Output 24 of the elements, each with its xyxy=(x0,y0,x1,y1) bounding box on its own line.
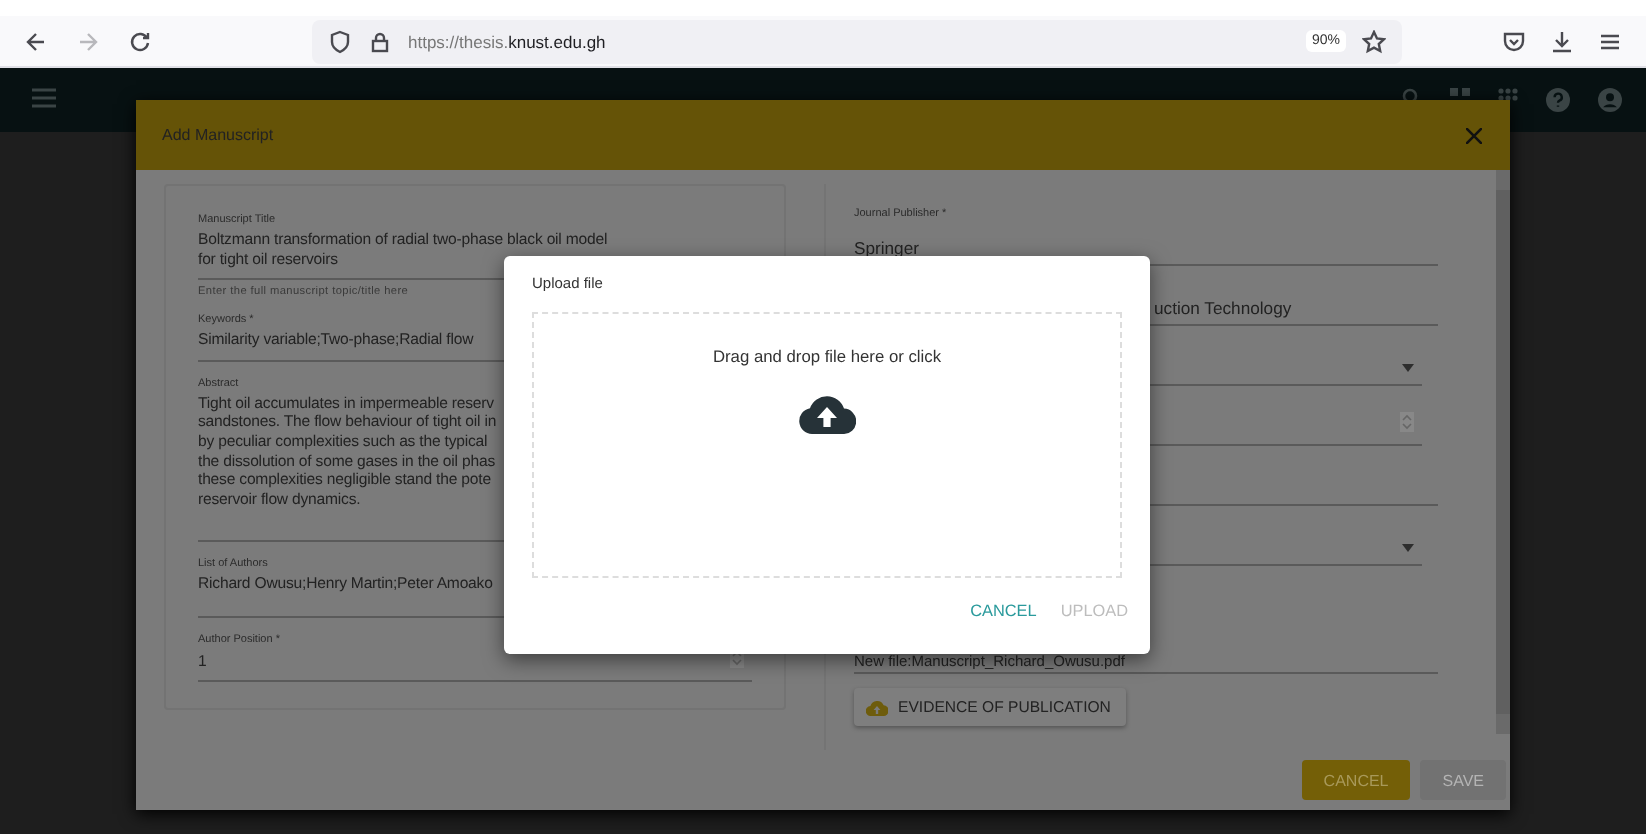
url-text[interactable]: https://thesis.knust.edu.gh xyxy=(408,31,1290,51)
bookmark-star-icon[interactable] xyxy=(1362,29,1386,53)
menu-icon[interactable] xyxy=(1598,29,1622,53)
cloud-upload-icon xyxy=(798,394,856,434)
cancel-button[interactable]: CANCEL xyxy=(1301,760,1411,800)
pocket-icon[interactable] xyxy=(1502,29,1526,53)
shield-icon[interactable] xyxy=(328,29,352,53)
cloud-upload-icon xyxy=(866,699,888,715)
drop-zone[interactable]: Drag and drop file here or click xyxy=(532,312,1122,578)
dialog-title: Add Manuscript xyxy=(162,126,274,144)
dropdown-caret-icon[interactable] xyxy=(1402,544,1414,552)
scrollbar[interactable] xyxy=(1496,170,1510,734)
dropdown-caret-icon[interactable] xyxy=(1402,364,1414,372)
field-value: Springer xyxy=(854,240,921,260)
back-icon[interactable] xyxy=(24,29,48,53)
account-icon[interactable] xyxy=(1598,88,1622,112)
cancel-button[interactable]: CANCEL xyxy=(964,598,1043,624)
field-value: uction Technology xyxy=(1154,300,1294,320)
download-icon[interactable] xyxy=(1550,29,1574,53)
reload-icon[interactable] xyxy=(128,29,152,53)
help-icon[interactable] xyxy=(1546,88,1570,112)
forward-icon[interactable] xyxy=(76,29,100,53)
close-icon[interactable] xyxy=(1466,127,1482,143)
lock-icon[interactable] xyxy=(368,29,392,53)
